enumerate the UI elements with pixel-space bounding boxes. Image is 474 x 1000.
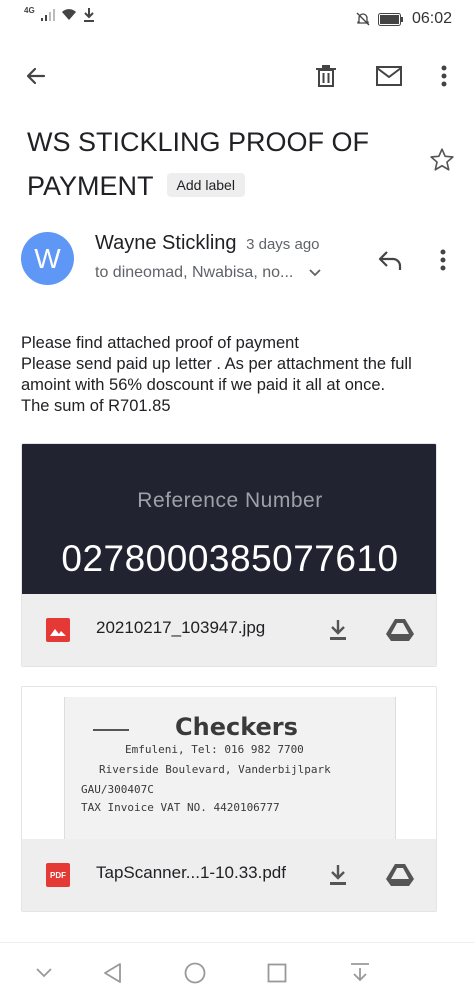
attachment-card[interactable]: Checkers Emfuleni, Tel: 016 982 7700 Riv… bbox=[21, 686, 437, 912]
attachment-preview[interactable]: Checkers Emfuleni, Tel: 016 982 7700 Riv… bbox=[22, 687, 436, 841]
network-type: 4G bbox=[24, 5, 35, 15]
body-line: Please find attached proof of payment bbox=[21, 334, 299, 352]
receipt-line: GAU/300407C bbox=[81, 783, 154, 796]
download-icon bbox=[330, 620, 346, 640]
download-button[interactable] bbox=[320, 612, 356, 648]
nav-notifications-button[interactable] bbox=[342, 955, 378, 991]
body-line: The sum of R701.85 bbox=[21, 397, 171, 415]
status-icons-left: 4G bbox=[24, 5, 95, 22]
sender-avatar[interactable]: W bbox=[21, 232, 74, 285]
receipt-line: Riverside Boulevard, Vanderbijlpark bbox=[99, 763, 331, 776]
more-vert-icon bbox=[441, 65, 447, 87]
message-body: Please find attached proof of payment Pl… bbox=[21, 333, 461, 417]
star-button[interactable] bbox=[424, 142, 460, 178]
receipt-image: Checkers Emfuleni, Tel: 016 982 7700 Riv… bbox=[64, 697, 396, 841]
recents-square-icon bbox=[267, 963, 287, 983]
nav-back-button[interactable] bbox=[94, 955, 130, 991]
chevron-down-icon bbox=[309, 269, 321, 277]
status-icons-right: 06:02 bbox=[356, 10, 452, 28]
sender-name: Wayne Stickling bbox=[95, 232, 237, 254]
status-bar: 4G 06:02 bbox=[0, 0, 474, 40]
attachment-footer: 20210217_103947.jpg bbox=[22, 594, 436, 666]
drive-icon bbox=[386, 864, 414, 886]
nav-recents-button[interactable] bbox=[259, 955, 295, 991]
reply-button[interactable] bbox=[372, 242, 408, 278]
clock: 06:02 bbox=[411, 10, 452, 27]
download-status-icon bbox=[83, 8, 94, 22]
download-button[interactable] bbox=[320, 857, 356, 893]
attachment-card[interactable]: Reference Number 0278000385077610 202102… bbox=[21, 443, 437, 667]
image-icon bbox=[46, 618, 70, 642]
mail-icon bbox=[376, 66, 402, 86]
save-to-drive-button[interactable] bbox=[382, 612, 418, 648]
more-options-button[interactable] bbox=[420, 52, 468, 100]
preview-value: 0278000385077610 bbox=[61, 538, 399, 579]
attachment-file-name[interactable]: TapScanner...1-10.33.pdf bbox=[96, 863, 286, 883]
back-triangle-icon bbox=[104, 963, 121, 983]
body-line: Please send paid up letter . As per atta… bbox=[21, 355, 412, 394]
receipt-brand: Checkers bbox=[175, 713, 298, 741]
home-circle-icon bbox=[184, 962, 206, 984]
delete-button[interactable] bbox=[302, 52, 350, 100]
reply-icon bbox=[378, 251, 402, 270]
preview-label: Reference Number bbox=[137, 489, 323, 512]
download-icon bbox=[330, 865, 346, 885]
system-nav-bar bbox=[0, 942, 474, 1000]
bell-off-icon bbox=[356, 12, 370, 26]
email-subject: WS STICKLING PROOF OF PAYMENT Add label bbox=[27, 120, 407, 208]
mark-unread-button[interactable] bbox=[365, 52, 413, 100]
drive-icon bbox=[386, 619, 414, 641]
sender-time: 3 days ago bbox=[246, 236, 320, 253]
more-vert-icon bbox=[440, 249, 446, 271]
nav-home-button[interactable] bbox=[177, 955, 213, 991]
attachment-preview[interactable]: Reference Number 0278000385077610 bbox=[22, 444, 436, 596]
arrow-left-icon bbox=[26, 67, 46, 85]
pdf-icon: PDF bbox=[46, 863, 70, 887]
sender-line: Wayne Stickling 3 days ago bbox=[95, 232, 320, 255]
receipt-line: TAX Invoice VAT NO. 4420106777 bbox=[81, 801, 280, 814]
add-label-chip[interactable]: Add label bbox=[166, 172, 245, 197]
save-to-drive-button[interactable] bbox=[382, 857, 418, 893]
app-bar bbox=[0, 52, 474, 100]
attachment-file-name[interactable]: 20210217_103947.jpg bbox=[96, 618, 265, 638]
trash-icon bbox=[316, 65, 336, 87]
message-more-button[interactable] bbox=[428, 242, 458, 278]
receipt-dash bbox=[93, 729, 129, 731]
star-icon bbox=[430, 148, 454, 171]
recipients-text: to dineomad, Nwabisa, no... bbox=[95, 264, 294, 281]
recipients-toggle[interactable]: to dineomad, Nwabisa, no... bbox=[95, 264, 321, 282]
wifi-icon bbox=[61, 9, 76, 20]
pdf-icon-label: PDF bbox=[50, 870, 66, 880]
signal-icon bbox=[40, 9, 55, 21]
receipt-line: Emfuleni, Tel: 016 982 7700 bbox=[125, 743, 304, 756]
battery-icon bbox=[377, 12, 403, 26]
chevron-down-icon bbox=[36, 968, 52, 978]
attachment-footer: PDF TapScanner...1-10.33.pdf bbox=[22, 839, 436, 911]
nav-hide-button[interactable] bbox=[26, 955, 62, 991]
back-button[interactable] bbox=[12, 52, 60, 100]
notification-pull-icon bbox=[351, 963, 369, 982]
